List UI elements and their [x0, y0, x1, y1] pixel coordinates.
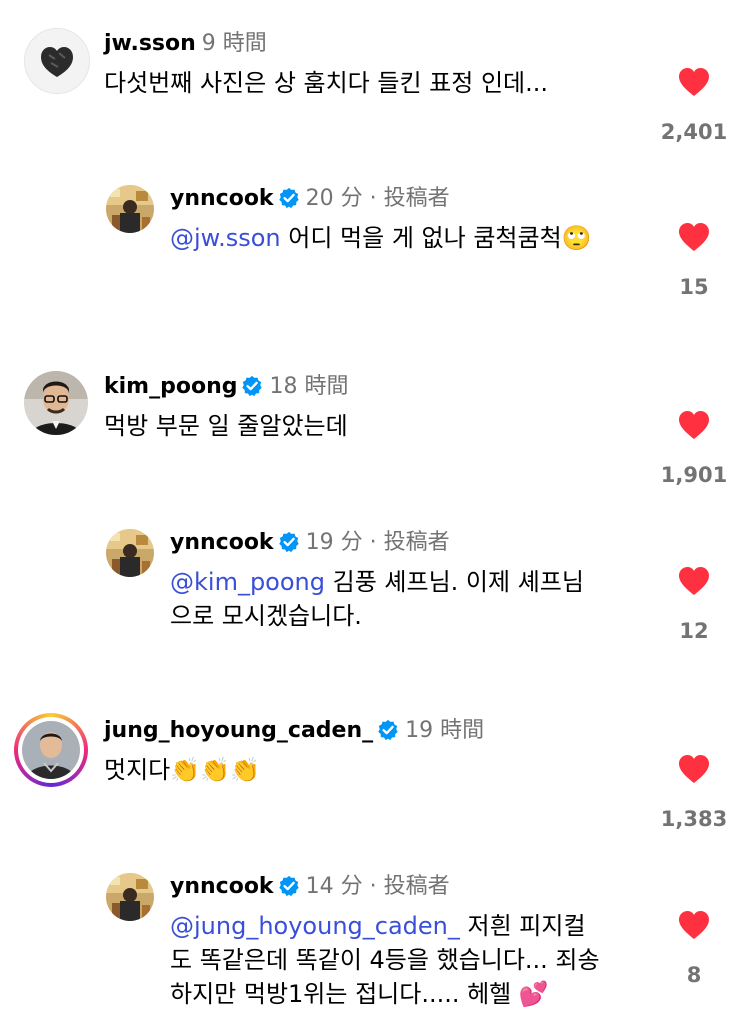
username[interactable]: ynncook	[170, 186, 274, 211]
comment-body: 멋지다	[104, 756, 171, 784]
chef-avatar-icon	[106, 873, 154, 921]
like-count[interactable]: 1,383	[649, 805, 739, 833]
verified-badge-icon	[278, 187, 300, 209]
timestamp: 19 時間	[405, 718, 485, 743]
like-count[interactable]: 8	[649, 961, 739, 989]
avatar-jw-sson[interactable]	[24, 28, 90, 94]
comment-body: 저흰 피지컬	[467, 912, 586, 940]
username[interactable]: ynncook	[170, 874, 274, 899]
timestamp: 19 分	[305, 530, 363, 555]
comment-text: 다섯번째 사진은 상 훔치다 들킨 표정 인데...	[104, 66, 644, 100]
comment-line: 도 똑같은데 똑같이 4등을 했습니다... 죄송	[170, 946, 600, 974]
comment-meta: ynncook 19 分 · 投稿者	[170, 528, 450, 558]
comment-meta: jung_hoyoung_caden_ 19 時間	[104, 716, 484, 746]
comment-text: @kim_poong 김풍 셰프님. 이제 셰프님 으로 모시겠습니다.	[170, 565, 650, 633]
verified-badge-icon	[241, 375, 263, 397]
comment-body: 먹방 부문 일 줄알았는데	[104, 412, 348, 440]
comment-text: 멋지다👏👏👏	[104, 753, 644, 787]
username[interactable]: ynncook	[170, 530, 274, 555]
author-tag: 投稿者	[383, 530, 450, 555]
like-count[interactable]: 12	[649, 617, 739, 645]
verified-badge-icon	[278, 875, 300, 897]
like-heart-icon[interactable]	[678, 67, 710, 97]
avatar-jung-hoyoung-caden-story[interactable]	[14, 713, 88, 787]
author-tag: 投稿者	[383, 874, 450, 899]
avatar-ynncook[interactable]	[106, 529, 154, 577]
heart-object-avatar-icon	[25, 29, 89, 93]
like-count[interactable]: 1,901	[649, 461, 739, 489]
comment-line: 으로 모시겠습니다.	[170, 602, 362, 630]
separator: ·	[369, 530, 377, 555]
comment-meta: kim_poong 18 時間	[104, 372, 348, 402]
timestamp: 20 分	[305, 186, 363, 211]
chef-avatar-icon	[106, 185, 154, 233]
like-heart-icon[interactable]	[678, 410, 710, 440]
comment-body: 다섯번째 사진은 상 훔치다 들킨 표정 인데...	[104, 69, 549, 97]
verified-badge-icon	[278, 531, 300, 553]
mention-link[interactable]: @kim_poong	[170, 568, 325, 596]
comment-line: 하지만 먹방1위는 접니다..... 헤헬 💕	[170, 977, 650, 1011]
clapping-hands-emoji: 👏👏👏	[170, 756, 260, 784]
like-heart-icon[interactable]	[678, 910, 710, 940]
chef-avatar-icon	[106, 529, 154, 577]
timestamp: 9 時間	[201, 31, 267, 56]
author-tag: 投稿者	[383, 186, 450, 211]
avatar-kim-poong[interactable]	[24, 371, 88, 435]
like-count[interactable]: 15	[649, 273, 739, 301]
comment-meta: ynncook 14 分 · 投稿者	[170, 872, 450, 902]
avatar-ynncook[interactable]	[106, 873, 154, 921]
avatar-ynncook[interactable]	[106, 185, 154, 233]
comment-line: @jung_hoyoung_caden_ 저흰 피지컬	[170, 909, 650, 943]
comment-line: @kim_poong 김풍 셰프님. 이제 셰프님	[170, 565, 650, 599]
like-count[interactable]: 2,401	[649, 118, 739, 146]
verified-badge-icon	[377, 719, 399, 741]
like-heart-icon[interactable]	[678, 566, 710, 596]
comment-meta: ynncook 20 分 · 投稿者	[170, 184, 450, 214]
comment-meta: jw.sson 9 時間	[104, 29, 267, 59]
comment-text: @jw.sson 어디 먹을 게 없나 쿰척쿰척🙄	[170, 221, 650, 255]
like-heart-icon[interactable]	[678, 754, 710, 784]
comment-body: 어디 먹을 게 없나 쿰척쿰척	[288, 224, 562, 252]
comment-text: 먹방 부문 일 줄알았는데	[104, 409, 644, 443]
two-hearts-emoji: 💕	[518, 980, 549, 1008]
chef-man-avatar-icon	[22, 721, 80, 779]
timestamp: 14 分	[305, 874, 363, 899]
mention-link[interactable]: @jung_hoyoung_caden_	[170, 912, 460, 940]
like-heart-icon[interactable]	[678, 222, 710, 252]
man-glasses-avatar-icon	[24, 371, 88, 435]
separator: ·	[369, 186, 377, 211]
username[interactable]: kim_poong	[104, 374, 237, 399]
username[interactable]: jung_hoyoung_caden_	[104, 718, 373, 743]
comment-text: @jung_hoyoung_caden_ 저흰 피지컬 도 똑같은데 똑같이 4…	[170, 909, 650, 1011]
timestamp: 18 時間	[269, 374, 349, 399]
mention-link[interactable]: @jw.sson	[170, 224, 281, 252]
username[interactable]: jw.sson	[104, 31, 196, 56]
face-with-rolling-eyes-emoji: 🙄	[561, 224, 592, 252]
comment-body: 하지만 먹방1위는 접니다..... 헤헬	[170, 980, 512, 1008]
separator: ·	[369, 874, 377, 899]
comment-body: 김풍 셰프님. 이제 셰프님	[332, 568, 584, 596]
story-ring-photo	[22, 721, 80, 779]
